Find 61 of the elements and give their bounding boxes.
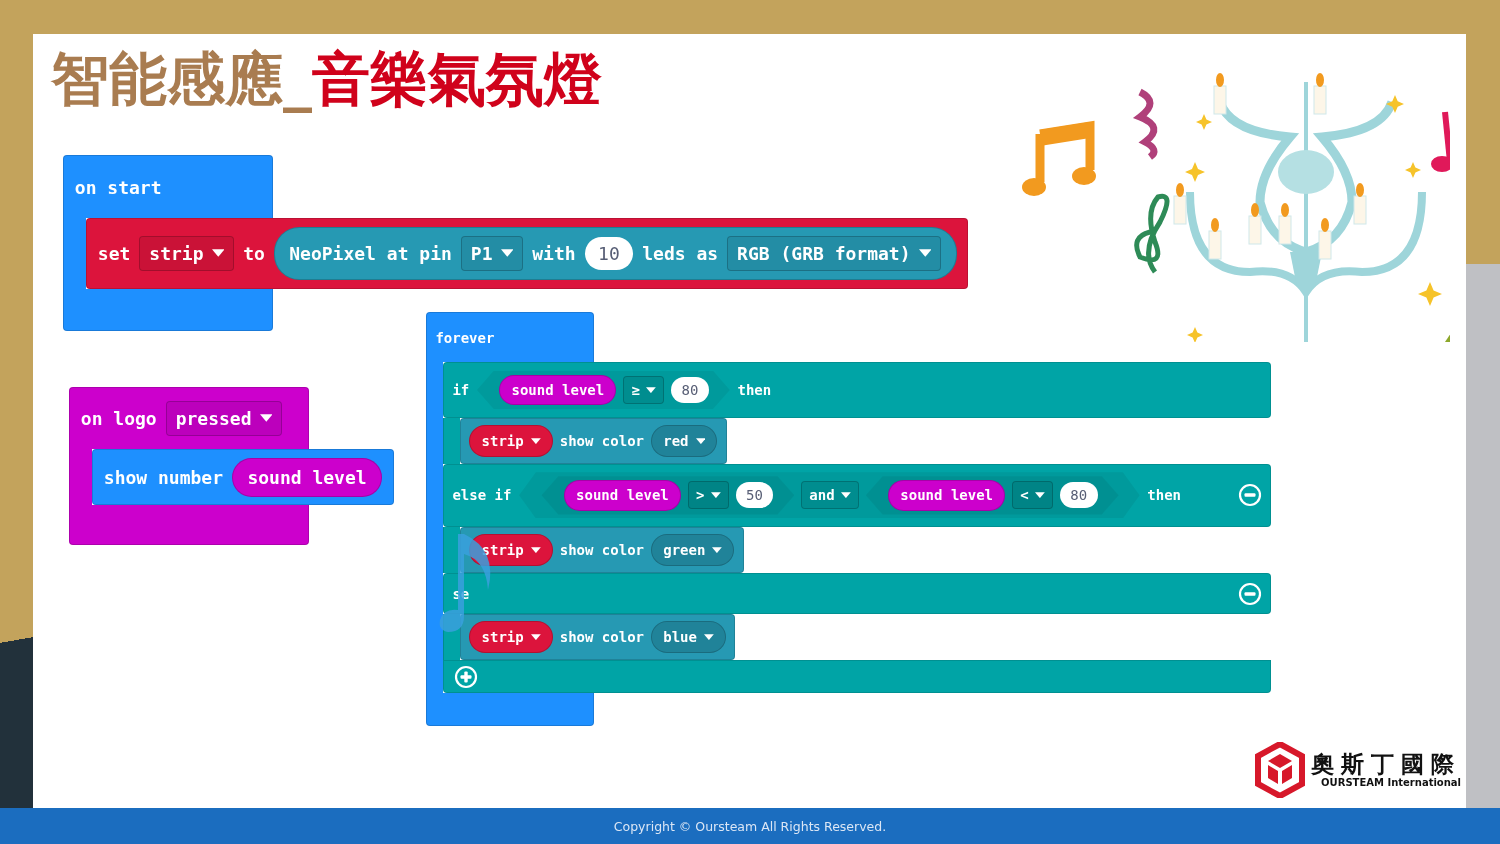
caret-icon (712, 546, 723, 554)
block-label: else if (452, 487, 512, 504)
color-dropdown[interactable]: blue (651, 621, 726, 654)
dropdown[interactable]: P1 (460, 235, 524, 272)
block-label: with (532, 242, 576, 264)
caret-icon (710, 492, 721, 499)
block-label: set (97, 242, 131, 264)
block-label: if (452, 381, 470, 398)
color-dropdown[interactable]: green (651, 534, 735, 566)
number-field[interactable]: 10 (584, 236, 634, 271)
number-field[interactable]: 50 (735, 482, 774, 509)
block-label: leds as (642, 242, 719, 264)
block-label: show color (559, 629, 644, 646)
caret-icon (530, 546, 541, 554)
caret-icon (695, 437, 706, 444)
block-label: se (452, 585, 470, 602)
caret-icon (703, 633, 714, 641)
variable-dropdown[interactable]: strip (469, 621, 553, 654)
logo-tagline: OURSTEAM International (1321, 777, 1461, 789)
block-label: show number (103, 466, 223, 488)
block-label: forever (435, 329, 495, 346)
logo-icon (1255, 742, 1305, 798)
block-label: on logo (80, 408, 157, 429)
logo-name: 奧斯丁國際 (1311, 751, 1461, 778)
dropdown[interactable]: RGB (GRB format) (727, 235, 942, 272)
remove-icon[interactable] (1237, 581, 1262, 606)
dropdown[interactable]: and (801, 481, 859, 510)
reporter-block: sound level (232, 457, 382, 497)
caret-icon (530, 633, 541, 641)
reporter-block: sound level (563, 480, 681, 511)
dropdown[interactable]: < (1012, 481, 1053, 510)
slide-title: 音樂氣氛燈 (312, 48, 602, 112)
number-field[interactable]: 80 (670, 377, 709, 403)
block-label: then (737, 381, 772, 398)
caret-icon (1034, 492, 1045, 499)
variable-dropdown[interactable]: strip (469, 424, 553, 457)
reporter-block: sound level (499, 374, 617, 406)
color-dropdown[interactable]: red (651, 424, 718, 457)
dropdown[interactable]: pressed (165, 400, 283, 437)
block-label: to (243, 242, 265, 264)
block-label: on start (74, 176, 162, 198)
dropdown[interactable]: ≥ (623, 376, 664, 404)
caret-icon (259, 414, 273, 423)
caret-icon (918, 249, 932, 258)
reporter-block: sound level (888, 480, 1006, 511)
slide-title: 智能感應_ (51, 48, 312, 112)
number-field[interactable]: 80 (1059, 482, 1098, 509)
caret-icon (530, 437, 541, 444)
block-label: then (1147, 487, 1182, 504)
remove-icon[interactable] (1237, 483, 1262, 508)
copyright-text: Copyright © Oursteam All Rights Reserved. (613, 818, 887, 834)
block-label: show color (559, 432, 644, 449)
dropdown[interactable]: > (687, 481, 729, 510)
block-label: NeoPixel at pin (289, 242, 452, 264)
caret-icon (840, 492, 851, 499)
caret-icon (500, 249, 514, 258)
caret-icon (211, 249, 225, 258)
block-label: show color (559, 542, 644, 558)
dropdown[interactable]: strip (139, 235, 235, 272)
add-icon[interactable] (454, 664, 478, 689)
caret-icon (646, 386, 656, 394)
